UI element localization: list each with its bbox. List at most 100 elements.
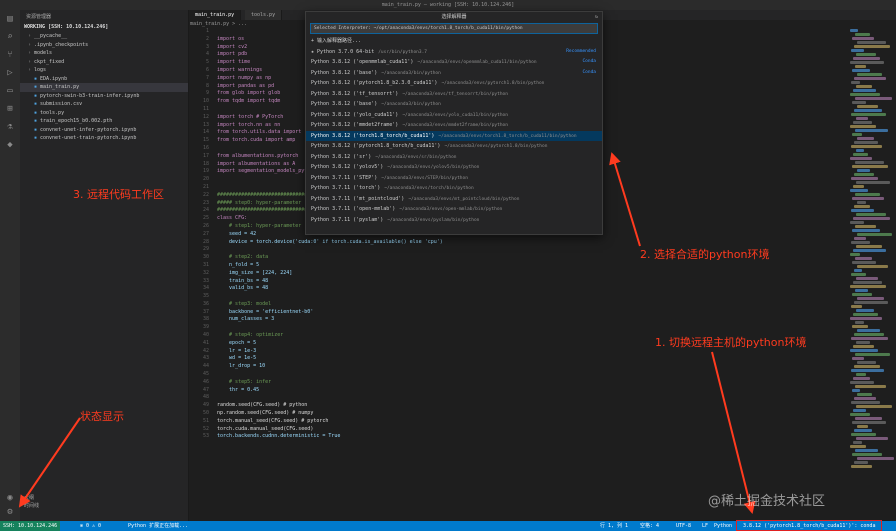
code-line[interactable]: 31 n_fold = 5: [189, 262, 849, 270]
code-line[interactable]: 47 thr = 0.45: [189, 387, 849, 395]
code-text: np.random.seed(CFG.seed) # numpy: [217, 410, 314, 417]
minimap-line: [851, 433, 876, 436]
interpreter-option[interactable]: Python 3.8.12 ('pytorch1.8_b2.3.0_cuda11…: [306, 78, 602, 89]
code-line[interactable]: 35: [189, 293, 849, 301]
timeline-section[interactable]: 时间线: [20, 502, 192, 509]
remote-indicator[interactable]: SSH: 10.10.124.246: [0, 521, 61, 531]
file-tree-item[interactable]: ▪ main_train.py: [20, 83, 188, 92]
code-line[interactable]: 45: [189, 371, 849, 379]
workspace-root[interactable]: WORKING [SSH: 10.10.124.246]: [20, 24, 188, 32]
code-line[interactable]: 51 torch.manual_seed(CFG.seed) # pytorch: [189, 418, 849, 426]
code-line[interactable]: 44 lr_drop = 10: [189, 363, 849, 371]
file-tree-item[interactable]: ▪ EDA.ipynb: [20, 75, 188, 84]
code-text: import torch # PyTorch: [217, 113, 284, 120]
encoding[interactable]: UTF-8: [676, 521, 691, 531]
file-tree-item[interactable]: ▪ pytorch-swin-b3-train-infer.ipynb: [20, 92, 188, 101]
line-number: 29: [202, 246, 209, 253]
search-icon[interactable]: ⌕: [0, 28, 20, 46]
code-text: import pdb: [217, 51, 248, 58]
code-line[interactable]: 34 valid_bs = 48: [189, 285, 849, 293]
code-line[interactable]: 46 # step5: infer: [189, 379, 849, 387]
cursor-position[interactable]: 行 1, 列 1: [600, 521, 628, 531]
end-of-line[interactable]: LF: [702, 521, 708, 531]
interpreter-option[interactable]: Python 3.8.12 ('sr') ~/anaconda3/envs/sr/…: [306, 152, 602, 163]
file-tree-item[interactable]: › models: [20, 49, 188, 58]
file-tree-item[interactable]: › logs: [20, 66, 188, 75]
file-tree-item[interactable]: › ckpt_fixed: [20, 58, 188, 67]
indentation[interactable]: 空格: 4: [640, 521, 659, 531]
settings-gear-icon[interactable]: ⚙: [0, 503, 20, 521]
interpreter-option[interactable]: Python 3.7.11 ('torch') ~/anaconda3/envs/…: [306, 183, 602, 194]
python-icon[interactable]: ◆: [0, 136, 20, 154]
interpreter-path: ~/anaconda3/envs/pyslam/bin/python: [387, 217, 480, 223]
interpreter-option[interactable]: Python 3.7.11 ('open-mmlab') ~/anaconda3/…: [306, 204, 602, 215]
run-debug-icon[interactable]: ▷: [0, 64, 20, 82]
minimap[interactable]: [850, 28, 896, 521]
code-line[interactable]: 32 img_size = [224, 224]: [189, 270, 849, 278]
code-line[interactable]: 50 np.random.seed(CFG.seed) # numpy: [189, 410, 849, 418]
file-tree-item[interactable]: › .ipynb_checkpoints: [20, 41, 188, 50]
interpreter-option[interactable]: Python 3.8.12 ('mmdet2frame') ~/anaconda3…: [306, 120, 602, 131]
interpreter-label: Python 3.7.11 ('open-mmlab'): [311, 206, 396, 212]
interpreter-option[interactable]: Python 3.7.11 ('mt_pointcloud') ~/anacond…: [306, 194, 602, 205]
interpreter-option[interactable]: Python 3.8.12 ('torch1.8_torch/b_cuda11'…: [306, 130, 602, 141]
code-line[interactable]: 33 train_bs = 48: [189, 278, 849, 286]
extensions-icon[interactable]: ⊞: [0, 100, 20, 118]
minimap-line: [851, 465, 872, 468]
interpreter-option[interactable]: Python 3.8.12 ('base') ~/anaconda3/bin/py…: [306, 68, 602, 79]
minimap-line: [852, 261, 876, 264]
code-line[interactable]: 53 torch.backends.cudnn.deterministic = T…: [189, 433, 849, 441]
file-tree-item[interactable]: ▪ train_epoch15_b0.002.pth: [20, 117, 188, 126]
interpreter-option[interactable]: Python 3.8.12 ('yolov5') ~/anaconda3/envs…: [306, 162, 602, 173]
minimap-line: [854, 301, 888, 304]
file-tree-item[interactable]: ▪ tools.py: [20, 109, 188, 118]
minimap-line: [856, 373, 866, 376]
minimap-line: [850, 445, 866, 448]
interpreter-label: Python 3.8.12 ('pytorch1.8_torch/b_cuda1…: [311, 143, 441, 149]
code-line[interactable]: 43 wd = 1e-5: [189, 355, 849, 363]
interpreter-option[interactable]: ★ Python 3.7.0 64-bit/usr/bin/python3.7 R…: [306, 47, 602, 58]
minimap-line: [853, 153, 868, 156]
interpreter-list: + 输入解释器路径... ★ Python 3.7.0 64-bit/usr/bi…: [306, 36, 602, 225]
outline-section[interactable]: 大纲: [20, 494, 192, 501]
code-line[interactable]: 49 random.seed(CFG.seed) # python: [189, 402, 849, 410]
code-text: seed = 42: [217, 230, 257, 237]
file-tree-item[interactable]: ▪ convnet-unet-infer-pytorch.ipynb: [20, 126, 188, 135]
interpreter-option[interactable]: Python 3.8.12 ('base') ~/anaconda3/bin/py…: [306, 99, 602, 110]
files-icon[interactable]: ▤: [0, 10, 20, 28]
code-line[interactable]: 48: [189, 394, 849, 402]
testing-icon[interactable]: ⚗: [0, 118, 20, 136]
interpreter-option[interactable]: + 输入解释器路径...: [306, 36, 602, 47]
problems-count[interactable]: ⊗ 0 ⚠ 0: [80, 521, 101, 531]
tab-tools[interactable]: tools.py: [245, 10, 283, 20]
code-text: backbone = 'efficientnet-b0': [217, 308, 314, 315]
interpreter-option[interactable]: Python 3.7.11 ('pyslam') ~/anaconda3/envs…: [306, 215, 602, 226]
refresh-icon[interactable]: ↻: [595, 12, 598, 22]
file-tree-item[interactable]: ▪ convnet-unet-train-pytorch.ipynb: [20, 134, 188, 143]
interpreter-option[interactable]: Python 3.8.12 ('tf_tensorrt') ~/anaconda3…: [306, 89, 602, 100]
code-line[interactable]: 36 # step3: model: [189, 301, 849, 309]
source-control-icon[interactable]: ⑂: [0, 46, 20, 64]
code-line[interactable]: 39: [189, 324, 849, 332]
file-tree-item[interactable]: › __pycache__: [20, 32, 188, 41]
remote-explorer-icon[interactable]: ▭: [0, 82, 20, 100]
minimap-line: [852, 69, 870, 72]
code-line[interactable]: 52 torch.cuda.manual_seed(CFG.seed): [189, 426, 849, 434]
tab-main-train[interactable]: main_train.py: [189, 10, 242, 20]
interpreter-option[interactable]: Python 3.8.12 ('pytorch1.8_torch/b_cuda1…: [306, 141, 602, 152]
minimap-line: [855, 161, 884, 164]
minimap-line: [850, 29, 858, 32]
interpreter-filter-input[interactable]: Selected Interpreter: ~/opt/anaconda3/en…: [310, 23, 598, 34]
breadcrumb[interactable]: main_train.py > ...: [190, 21, 247, 27]
code-line[interactable]: 38 num_classes = 3: [189, 316, 849, 324]
language-mode[interactable]: Python: [714, 521, 732, 531]
annotation-select-env: 2. 选择合适的python环境: [640, 248, 770, 261]
interpreter-option[interactable]: Python 3.8.12 ('yolo_cuda11') ~/anaconda3…: [306, 110, 602, 121]
code-line[interactable]: 37 backbone = 'efficientnet-b0': [189, 309, 849, 317]
file-tree-item[interactable]: ▪ submission.csv: [20, 100, 188, 109]
interpreter-option[interactable]: Python 3.7.11 ('STEP') ~/anaconda3/envs/S…: [306, 173, 602, 184]
minimap-line: [855, 193, 880, 196]
minimap-line: [854, 461, 868, 464]
interpreter-option[interactable]: Python 3.8.12 ('openmmlab_cuda11') ~/anac…: [306, 57, 602, 68]
code-text: # step1: hyper-parameter: [217, 222, 302, 229]
